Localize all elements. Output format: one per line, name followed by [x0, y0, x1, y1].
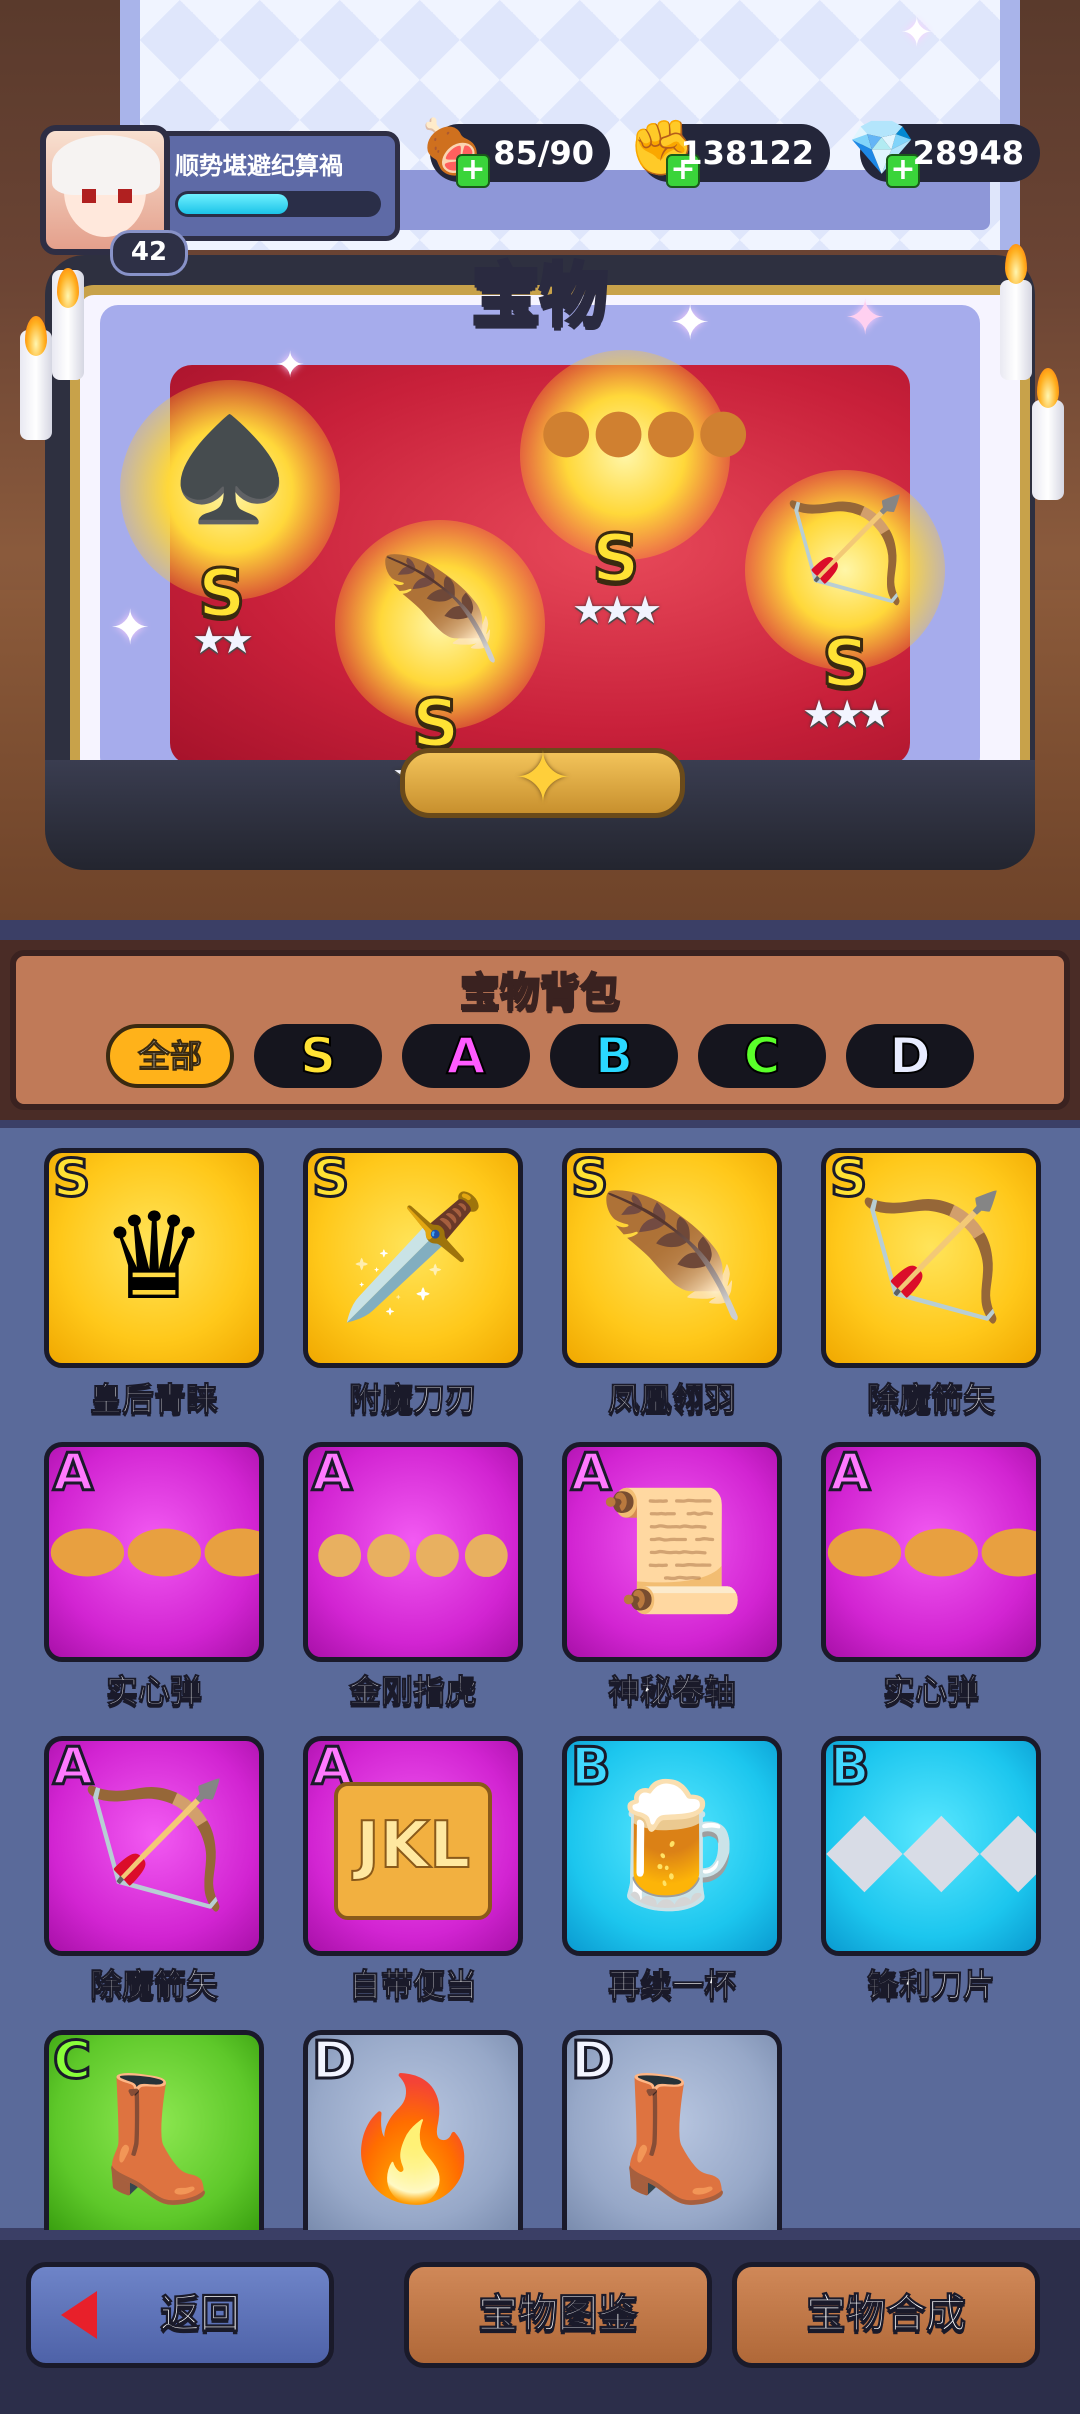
avatar-hair	[52, 135, 160, 195]
filter-s[interactable]: S	[254, 1024, 382, 1088]
chest-ornament-star-icon: ✦	[513, 737, 573, 819]
filter-c[interactable]: C	[698, 1024, 826, 1088]
bag-title: 宝物背包	[459, 969, 621, 1017]
synthesis-button-label: 宝物合成	[806, 2291, 967, 2338]
enchanted-blade-icon: 🗡️	[338, 1188, 488, 1327]
filter-all[interactable]: 全部	[106, 1024, 234, 1088]
silver-value: 138122	[680, 134, 814, 172]
inventory-item[interactable]: S 🏹	[821, 1148, 1041, 1368]
resource-silver[interactable]: ✊ + 138122	[628, 116, 830, 188]
back-button[interactable]: 返回	[26, 2262, 334, 2368]
gems-value: 28948	[912, 134, 1024, 172]
codex-button[interactable]: 宝物图鉴	[404, 2262, 712, 2368]
bow-arrow-icon[interactable]: 🏹	[765, 500, 925, 600]
sparkle-icon: ✦	[275, 345, 306, 386]
filter-a[interactable]: A	[402, 1024, 530, 1088]
inventory-item[interactable]: B 🍺	[562, 1736, 782, 1956]
inventory-item[interactable]: D 🔥	[303, 2030, 523, 2230]
lightning-boot-icon: 👢	[597, 2070, 747, 2209]
inventory-item[interactable]: B ◆◆◆	[821, 1736, 1041, 1956]
item-name: 除魔箭矢	[89, 1966, 218, 2005]
lunch-bag-icon: JKL	[308, 1771, 518, 1921]
inventory-item[interactable]: S 🪶	[562, 1148, 782, 1368]
scroll-icon: 📜	[597, 1482, 747, 1621]
beer-mug-icon: 🍺	[597, 1776, 747, 1915]
player-name: 顺势堪避纪算禍	[175, 152, 343, 180]
inventory-item[interactable]: D 👢	[562, 2030, 782, 2230]
player-name-plate: 顺势堪避纪算禍	[160, 131, 400, 241]
lightning-boot-icon: 👢	[79, 2070, 229, 2209]
filter-d[interactable]: D	[846, 1024, 974, 1088]
bow-arrow-icon: 🏹	[856, 1188, 1006, 1327]
candle	[1032, 400, 1064, 500]
avatar-eyes	[82, 189, 132, 203]
casino-chip-icon[interactable]: ♠️	[140, 420, 320, 520]
codex-button-label: 宝物图鉴	[478, 2291, 639, 2338]
resource-stamina[interactable]: 🍖 + 85/90	[418, 116, 610, 188]
sparkle-icon: ✦	[900, 10, 934, 56]
player-profile[interactable]: 顺势堪避纪算禍 42	[40, 125, 400, 276]
back-button-label: 返回	[160, 2291, 241, 2338]
treasure-stars: ★★★	[572, 588, 662, 632]
bullets-icon: ⬬⬬⬬	[826, 1499, 1041, 1604]
item-name: 锋利刀片	[866, 1966, 995, 2005]
inventory-item[interactable]: A ●●●●	[303, 1442, 523, 1662]
brass-knuckles-icon: ●●●●	[315, 1519, 511, 1584]
treasure-stars: ★★★	[802, 692, 892, 736]
candle-flame-icon	[1037, 368, 1059, 408]
synthesis-button[interactable]: 宝物合成	[732, 2262, 1040, 2368]
queen-chess-piece-icon: ♛	[100, 1188, 208, 1327]
item-name: 凤凰翎羽	[607, 1380, 736, 1419]
level-badge: 42	[110, 230, 188, 276]
item-name: 实心弹	[882, 1672, 979, 1711]
item-name: 皇后青睐	[89, 1380, 218, 1419]
inventory-item[interactable]: S 🗡️	[303, 1148, 523, 1368]
bullets-icon: ⬬⬬⬬	[49, 1499, 264, 1604]
treasure-grade-s: S	[591, 519, 642, 599]
back-arrow-icon	[61, 2291, 97, 2339]
spiked-club-icon: 🔥	[338, 2070, 488, 2209]
phoenix-feather-icon: 🪶	[597, 1188, 747, 1327]
add-stamina-button[interactable]: +	[456, 154, 490, 188]
stamina-value: 85/90	[493, 134, 594, 172]
brass-knuckles-icon[interactable]: ●●●●	[540, 400, 749, 460]
inventory-item[interactable]: A JKL	[303, 1736, 523, 1956]
bow-arrow-icon: 🏹	[79, 1776, 229, 1915]
inventory-item[interactable]: S ♛	[44, 1148, 264, 1368]
resource-gems[interactable]: 💎 + 28948	[848, 116, 1040, 188]
inventory-item[interactable]: A 📜	[562, 1442, 782, 1662]
item-name: 金刚指虎	[348, 1672, 477, 1711]
sparkle-icon: ✦	[110, 600, 151, 656]
inventory-item[interactable]: A 🏹	[44, 1736, 264, 1956]
inventory-item[interactable]: A ⬬⬬⬬	[821, 1442, 1041, 1662]
item-name: 实心弹	[105, 1672, 202, 1711]
blades-icon: ◆◆◆	[826, 1787, 1041, 1904]
item-name: 再续一杯	[607, 1966, 736, 2005]
xp-bar	[175, 191, 381, 217]
filter-b[interactable]: B	[550, 1024, 678, 1088]
treasure-stars: ★★	[192, 618, 254, 662]
phoenix-feather-icon[interactable]: 🪶	[355, 560, 525, 660]
item-name: 神秘卷轴	[607, 1672, 736, 1711]
item-name: 附魔刀刃	[348, 1380, 477, 1419]
inventory-item[interactable]: C 👢	[44, 2030, 264, 2230]
item-name: 自带便当	[348, 1966, 477, 2005]
item-name: 除魔箭矢	[866, 1380, 995, 1419]
xp-bar-fill	[178, 194, 288, 214]
inventory-item[interactable]: A ⬬⬬⬬	[44, 1442, 264, 1662]
treasure-grade-s: S	[821, 624, 872, 704]
lunch-bag-label: JKL	[334, 1782, 492, 1920]
